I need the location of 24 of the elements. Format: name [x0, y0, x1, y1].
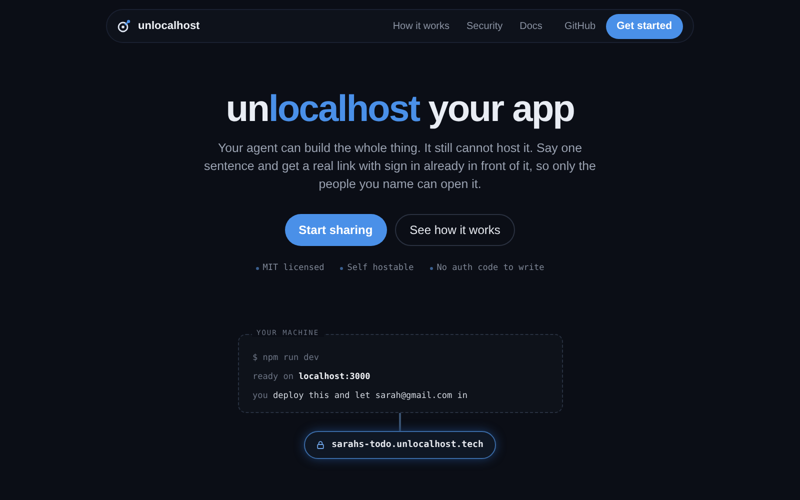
- connector-line: [399, 413, 401, 431]
- nav-link[interactable]: Docs: [520, 20, 542, 32]
- bullet-icon: [340, 266, 344, 270]
- nav-link[interactable]: GitHub: [564, 20, 596, 32]
- get-started-button[interactable]: Get started: [606, 14, 683, 38]
- share-url: sarahs-todo.unlocalhost.tech: [332, 440, 484, 450]
- feature-label: Self hostable: [347, 263, 414, 273]
- feature-label: No auth code to write: [436, 263, 544, 273]
- url-pill[interactable]: sarahs-todo.unlocalhost.tech: [304, 431, 496, 459]
- terminal-line: $ npm run dev: [252, 352, 320, 364]
- terminal-line: you deploy this and let sarah@gmail.com in: [252, 390, 468, 402]
- terminal-line: ready on localhost:3000: [252, 371, 372, 383]
- start-sharing-button[interactable]: Start sharing: [284, 214, 387, 246]
- bullet-icon: [256, 266, 259, 270]
- logo-icon: [117, 19, 131, 33]
- headline: unlocalhost your app: [226, 87, 574, 131]
- lock-icon: [316, 441, 324, 449]
- bullet-icon: [430, 266, 433, 270]
- nav-link[interactable]: Security: [466, 20, 503, 32]
- how-it-works-button[interactable]: See how it works: [394, 214, 516, 246]
- nav-link[interactable]: How it works: [392, 20, 450, 32]
- hero-subtitle: Your agent can build the whole thing. It still cannot host it. Say one sentence and get a real link with sign in already in front of it, so only the people you name can open it.: [203, 140, 597, 193]
- brand-name[interactable]: unlocalhost: [138, 20, 200, 32]
- feature-label: MIT licensed: [262, 263, 324, 273]
